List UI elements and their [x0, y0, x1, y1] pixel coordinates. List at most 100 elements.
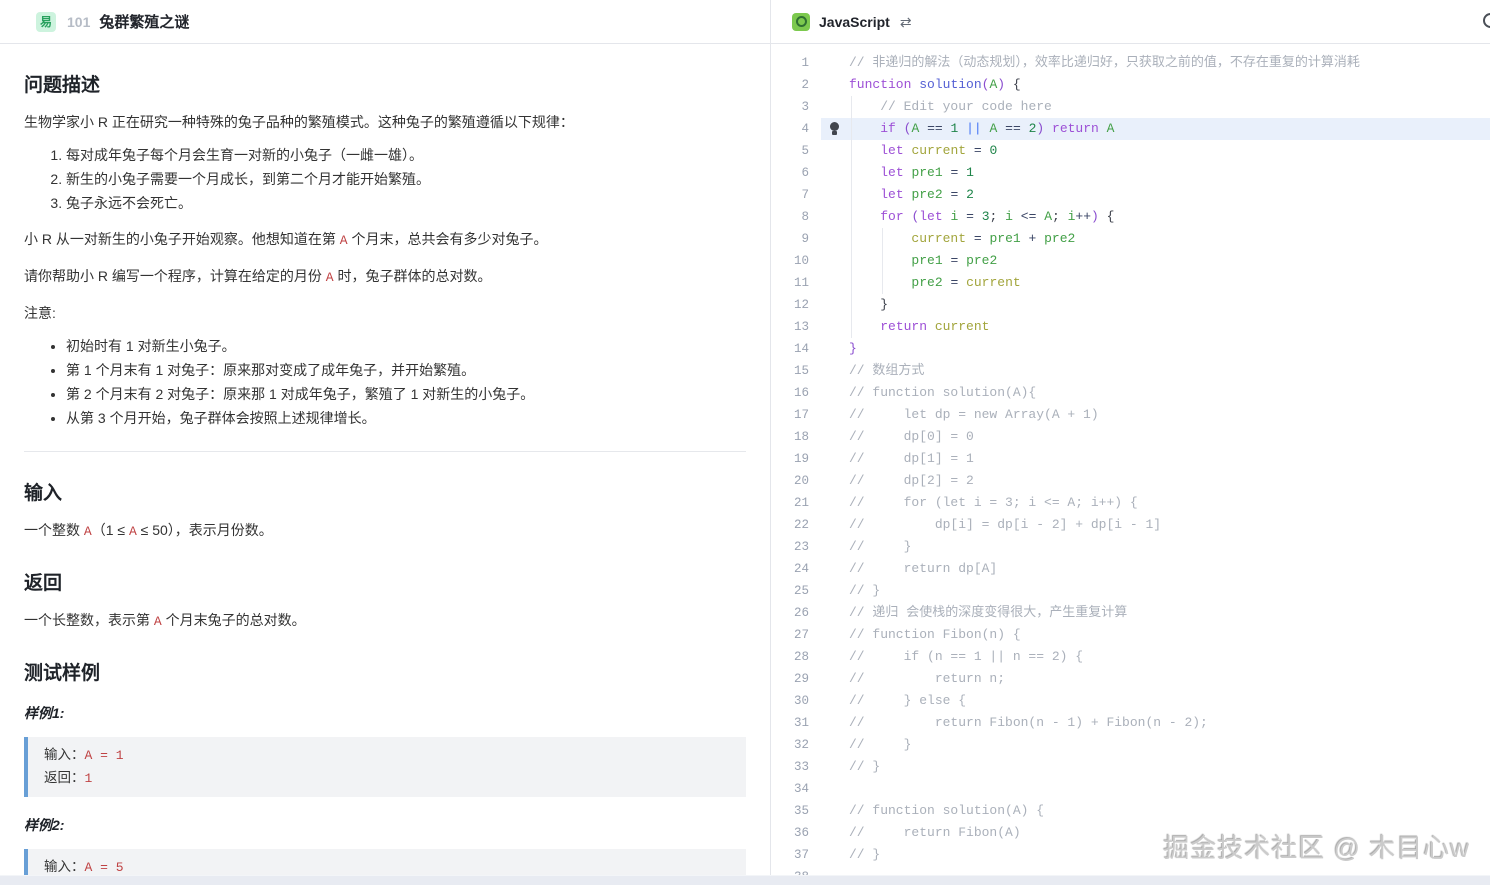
code-line-content[interactable]: pre1 = pre2	[821, 250, 1490, 272]
code-line[interactable]: 34	[771, 778, 1490, 800]
code-line[interactable]: 28// if (n == 1 || n == 2) {	[771, 646, 1490, 668]
code-line[interactable]: 19// dp[1] = 1	[771, 448, 1490, 470]
code-token: pre1	[989, 231, 1020, 246]
code-line-content[interactable]: return current	[821, 316, 1490, 338]
code-line-content[interactable]: pre2 = current	[821, 272, 1490, 294]
code-line-content[interactable]: // Edit your code here	[821, 96, 1490, 118]
code-line[interactable]: 13 return current	[771, 316, 1490, 338]
code-line-content[interactable]: // }	[821, 580, 1490, 602]
code-line[interactable]: 24// return dp[A]	[771, 558, 1490, 580]
code-line[interactable]: 16// function solution(A){	[771, 382, 1490, 404]
inline-code: A	[154, 614, 162, 629]
code-line[interactable]: 6 let pre1 = 1	[771, 162, 1490, 184]
code-line-content[interactable]	[821, 778, 1490, 800]
code-token: function	[849, 77, 911, 92]
code-line-content[interactable]: // } else {	[821, 690, 1490, 712]
code-editor[interactable]: 1// 非递归的解法（动态规划），效率比递归好，只获取之前的值，不存在重复的计算…	[771, 44, 1490, 885]
code-token: let	[880, 165, 903, 180]
code-token: =	[974, 143, 982, 158]
code-line[interactable]: 18// dp[0] = 0	[771, 426, 1490, 448]
code-token: ;	[1052, 209, 1068, 224]
code-line-content[interactable]: let pre2 = 2	[821, 184, 1490, 206]
code-line-content[interactable]: for (let i = 3; i <= A; i++) {	[821, 206, 1490, 228]
line-number: 26	[771, 602, 821, 624]
code-token: {	[1005, 77, 1021, 92]
text-run: 第 2 个月末有 2 对兔子：原来那 1 对成年兔子，繁殖了 1 对新生的小兔子…	[66, 386, 534, 402]
code-token: let	[880, 143, 903, 158]
code-line[interactable]: 10 pre1 = pre2	[771, 250, 1490, 272]
code-line[interactable]: 1// 非递归的解法（动态规划），效率比递归好，只获取之前的值，不存在重复的计算…	[771, 52, 1490, 74]
code-line[interactable]: 11 pre2 = current	[771, 272, 1490, 294]
code-line-content[interactable]: // function solution(A) {	[821, 800, 1490, 822]
code-line[interactable]: 22// dp[i] = dp[i - 2] + dp[i - 1]	[771, 514, 1490, 536]
code-line-content[interactable]: if (A == 1 || A == 2) return A	[821, 118, 1490, 140]
code-token	[958, 121, 966, 136]
code-line-content[interactable]: let pre1 = 1	[821, 162, 1490, 184]
code-line[interactable]: 3 // Edit your code here	[771, 96, 1490, 118]
code-line[interactable]: 15// 数组方式	[771, 360, 1490, 382]
code-line-content[interactable]: // for (let i = 3; i <= A; i++) {	[821, 492, 1490, 514]
code-line-content[interactable]: }	[821, 294, 1490, 316]
language-switch-icon[interactable]: ⇄	[900, 15, 912, 29]
code-line[interactable]: 12 }	[771, 294, 1490, 316]
code-line-content[interactable]: // dp[1] = 1	[821, 448, 1490, 470]
horizontal-scrollbar[interactable]	[0, 875, 1490, 885]
code-line-content[interactable]: // let dp = new Array(A + 1)	[821, 404, 1490, 426]
code-line[interactable]: 2function solution(A) {	[771, 74, 1490, 96]
code-line-content[interactable]: // if (n == 1 || n == 2) {	[821, 646, 1490, 668]
inline-code: A = 1	[85, 748, 124, 763]
line-number: 12	[771, 294, 821, 316]
reset-code-icon[interactable]	[1483, 13, 1490, 28]
indent-guide	[882, 228, 883, 250]
code-line[interactable]: 4 if (A == 1 || A == 2) return A	[771, 118, 1490, 140]
code-line[interactable]: 27// function Fibon(n) {	[771, 624, 1490, 646]
code-line[interactable]: 31// return Fibon(n - 1) + Fibon(n - 2);	[771, 712, 1490, 734]
code-line[interactable]: 17// let dp = new Array(A + 1)	[771, 404, 1490, 426]
code-line[interactable]: 29// return n;	[771, 668, 1490, 690]
code-line-content[interactable]: // 递归 会使栈的深度变得很大，产生重复计算	[821, 602, 1490, 624]
indent-guide	[882, 272, 883, 294]
code-line[interactable]: 14}	[771, 338, 1490, 360]
indent-guide	[851, 228, 852, 250]
code-line-content[interactable]: }	[821, 338, 1490, 360]
code-line-content[interactable]: // function solution(A){	[821, 382, 1490, 404]
code-line-content[interactable]: // }	[821, 734, 1490, 756]
code-line-content[interactable]: let current = 0	[821, 140, 1490, 162]
code-token	[958, 209, 966, 224]
code-line-content[interactable]: // }	[821, 756, 1490, 778]
code-line-content[interactable]: // 非递归的解法（动态规划），效率比递归好，只获取之前的值，不存在重复的计算消…	[821, 52, 1490, 74]
code-token: 2	[966, 187, 974, 202]
inline-code: A	[129, 524, 137, 539]
code-line-content[interactable]: // return dp[A]	[821, 558, 1490, 580]
problem-body: 问题描述生物学家小 R 正在研究一种特殊的兔子品种的繁殖模式。这种兔子的繁殖遵循…	[0, 70, 770, 885]
code-line[interactable]: 26// 递归 会使栈的深度变得很大，产生重复计算	[771, 602, 1490, 624]
language-label[interactable]: JavaScript	[819, 14, 890, 30]
code-line[interactable]: 21// for (let i = 3; i <= A; i++) {	[771, 492, 1490, 514]
line-number: 11	[771, 272, 821, 294]
code-line[interactable]: 30// } else {	[771, 690, 1490, 712]
code-line[interactable]: 7 let pre2 = 2	[771, 184, 1490, 206]
code-line[interactable]: 25// }	[771, 580, 1490, 602]
lightbulb-hint-icon[interactable]	[830, 122, 839, 131]
code-line-content[interactable]: // dp[2] = 2	[821, 470, 1490, 492]
code-token: if	[880, 121, 896, 136]
code-line[interactable]: 9 current = pre1 + pre2	[771, 228, 1490, 250]
code-line-content[interactable]: function solution(A) {	[821, 74, 1490, 96]
code-line[interactable]: 33// }	[771, 756, 1490, 778]
code-line[interactable]: 35// function solution(A) {	[771, 800, 1490, 822]
code-line-content[interactable]: // return Fibon(n - 1) + Fibon(n - 2);	[821, 712, 1490, 734]
code-line[interactable]: 8 for (let i = 3; i <= A; i++) {	[771, 206, 1490, 228]
code-line-content[interactable]: // 数组方式	[821, 360, 1490, 382]
code-line-content[interactable]: // function Fibon(n) {	[821, 624, 1490, 646]
code-line-content[interactable]: // return n;	[821, 668, 1490, 690]
code-line[interactable]: 20// dp[2] = 2	[771, 470, 1490, 492]
code-line-content[interactable]: current = pre1 + pre2	[821, 228, 1490, 250]
code-line[interactable]: 5 let current = 0	[771, 140, 1490, 162]
code-token: // return Fibon(A)	[849, 825, 1021, 840]
code-line[interactable]: 23// }	[771, 536, 1490, 558]
code-line-content[interactable]: // }	[821, 536, 1490, 558]
code-line[interactable]: 32// }	[771, 734, 1490, 756]
code-line-content[interactable]: // dp[0] = 0	[821, 426, 1490, 448]
code-line-content[interactable]: // dp[i] = dp[i - 2] + dp[i - 1]	[821, 514, 1490, 536]
text-run: 第 1 个月末有 1 对兔子：原来那对变成了成年兔子，并开始繁殖。	[66, 362, 475, 378]
